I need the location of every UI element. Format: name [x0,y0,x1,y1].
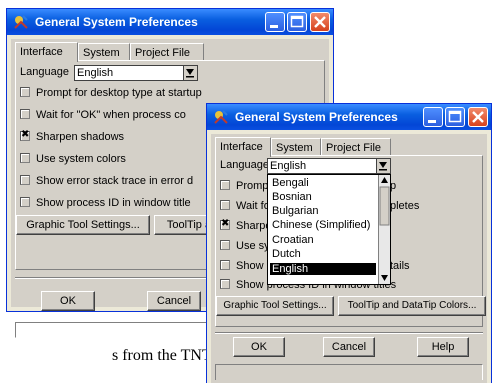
dropdown-option[interactable]: Bulgarian [270,205,376,217]
minimize-button[interactable] [423,107,443,127]
option-wait-ok[interactable]: Wait for [220,197,274,215]
separator [215,332,483,334]
option-label: Use system colors [36,153,126,165]
checkbox[interactable] [220,240,230,251]
dropdown-option[interactable]: Bengali [270,177,376,189]
checkbox[interactable] [220,279,230,290]
cancel-button[interactable]: Cancel [323,337,375,357]
option-prompt-desktop[interactable]: Prompt for desktop type at startup [20,84,202,102]
dropdown-option[interactable]: Croatian [270,234,376,246]
tab-project-file[interactable]: Project File [321,138,391,156]
window-body: Interface System Project File Language E… [211,134,487,383]
language-select[interactable]: English [267,158,391,174]
checkbox-checked[interactable]: ✖ [220,219,230,231]
checkbox[interactable] [220,180,230,191]
option-label: Use sy [236,240,270,252]
title-bar[interactable]: General System Preferences [7,9,333,35]
dropdown-option[interactable]: Chinese (Simplified) [270,219,376,231]
interface-panel: Language English Prompt p Wait for plete… [215,155,486,327]
tab-system[interactable]: System [78,43,130,61]
graphic-tool-settings-button[interactable]: Graphic Tool Settings... [216,296,334,316]
chevron-down-icon[interactable] [183,66,197,80]
dropdown-option[interactable]: Dutch [270,248,376,260]
option-system-colors[interactable]: Use sy [220,237,270,255]
app-icon [214,110,228,124]
option-label: Prompt for desktop type at startup [36,87,202,99]
option-prompt-desktop[interactable]: Prompt [220,177,271,195]
language-value: English [77,67,114,79]
close-icon [472,111,484,123]
maximize-button[interactable] [445,107,465,127]
option-wait-ok[interactable]: Wait for "OK" when process co [20,106,186,124]
option-label: Wait for "OK" when process co [36,109,186,121]
checkbox[interactable] [20,87,30,98]
window-title: General System Preferences [235,110,398,124]
option-system-colors[interactable]: Use system colors [20,150,126,168]
ok-button[interactable]: OK [41,291,95,311]
checkbox[interactable] [20,175,30,186]
checkbox[interactable] [20,197,30,208]
preferences-window-front: General System Preferences Interface Sys… [206,103,492,383]
checkbox[interactable] [20,109,30,120]
dropdown-option[interactable]: Bosnian [270,191,376,203]
option-wait-suffix: pletes [390,200,420,212]
checkbox[interactable] [20,153,30,164]
checkbox[interactable] [220,200,230,211]
tab-interface[interactable]: Interface [15,42,78,62]
language-label: Language [220,159,269,171]
status-bar [215,364,483,380]
close-button[interactable] [310,12,330,32]
option-error-stack[interactable]: Show e [220,257,273,275]
window-title: General System Preferences [35,15,198,29]
cancel-button[interactable]: Cancel [147,291,201,311]
title-bar[interactable]: General System Preferences [207,104,491,130]
option-label: Show process ID in window title [36,197,191,209]
language-row: Language [20,63,69,81]
dropdown-option-selected[interactable]: English [270,263,376,275]
minimize-icon [428,120,436,123]
language-label: Language [20,66,69,78]
chevron-down-icon[interactable] [376,159,390,173]
option-label: Show error stack trace in error d [36,175,194,187]
tab-system[interactable]: System [271,138,321,156]
scrollbar-arrows-icon [379,177,390,281]
close-icon [314,16,326,28]
language-select[interactable]: English [74,65,198,81]
help-button[interactable]: Help [417,337,469,357]
option-sharpen-shadows[interactable]: ✖ Sharpen shadows [20,128,124,146]
tab-project-file[interactable]: Project File [130,43,204,61]
ok-button[interactable]: OK [233,337,285,357]
maximize-button[interactable] [287,12,307,32]
minimize-icon [270,25,278,28]
option-error-stack[interactable]: Show error stack trace in error d [20,172,193,190]
option-sharpen-shadows[interactable]: ✖ Sharpe [220,217,271,235]
app-icon [14,15,28,29]
option-label: Sharpen shadows [36,131,125,143]
graphic-tool-settings-button[interactable]: Graphic Tool Settings... [16,215,150,235]
checkbox[interactable] [220,260,230,271]
tooltip-colors-button[interactable]: ToolTip and DataTip Colors... [338,296,486,316]
tab-interface[interactable]: Interface [215,137,271,157]
close-button[interactable] [468,107,488,127]
maximize-icon [448,110,462,123]
language-value: English [270,160,307,172]
option-process-id[interactable]: Show process ID in window title [20,194,191,212]
option-error-suffix: tails [390,260,410,272]
minimize-button[interactable] [265,12,285,32]
language-dropdown-list[interactable]: Bengali Bosnian Bulgarian Chinese (Simpl… [267,174,391,285]
checkbox-checked[interactable]: ✖ [20,130,30,142]
dropdown-scrollbar[interactable] [378,175,390,284]
language-row: Language [220,156,269,174]
maximize-icon [290,15,304,28]
